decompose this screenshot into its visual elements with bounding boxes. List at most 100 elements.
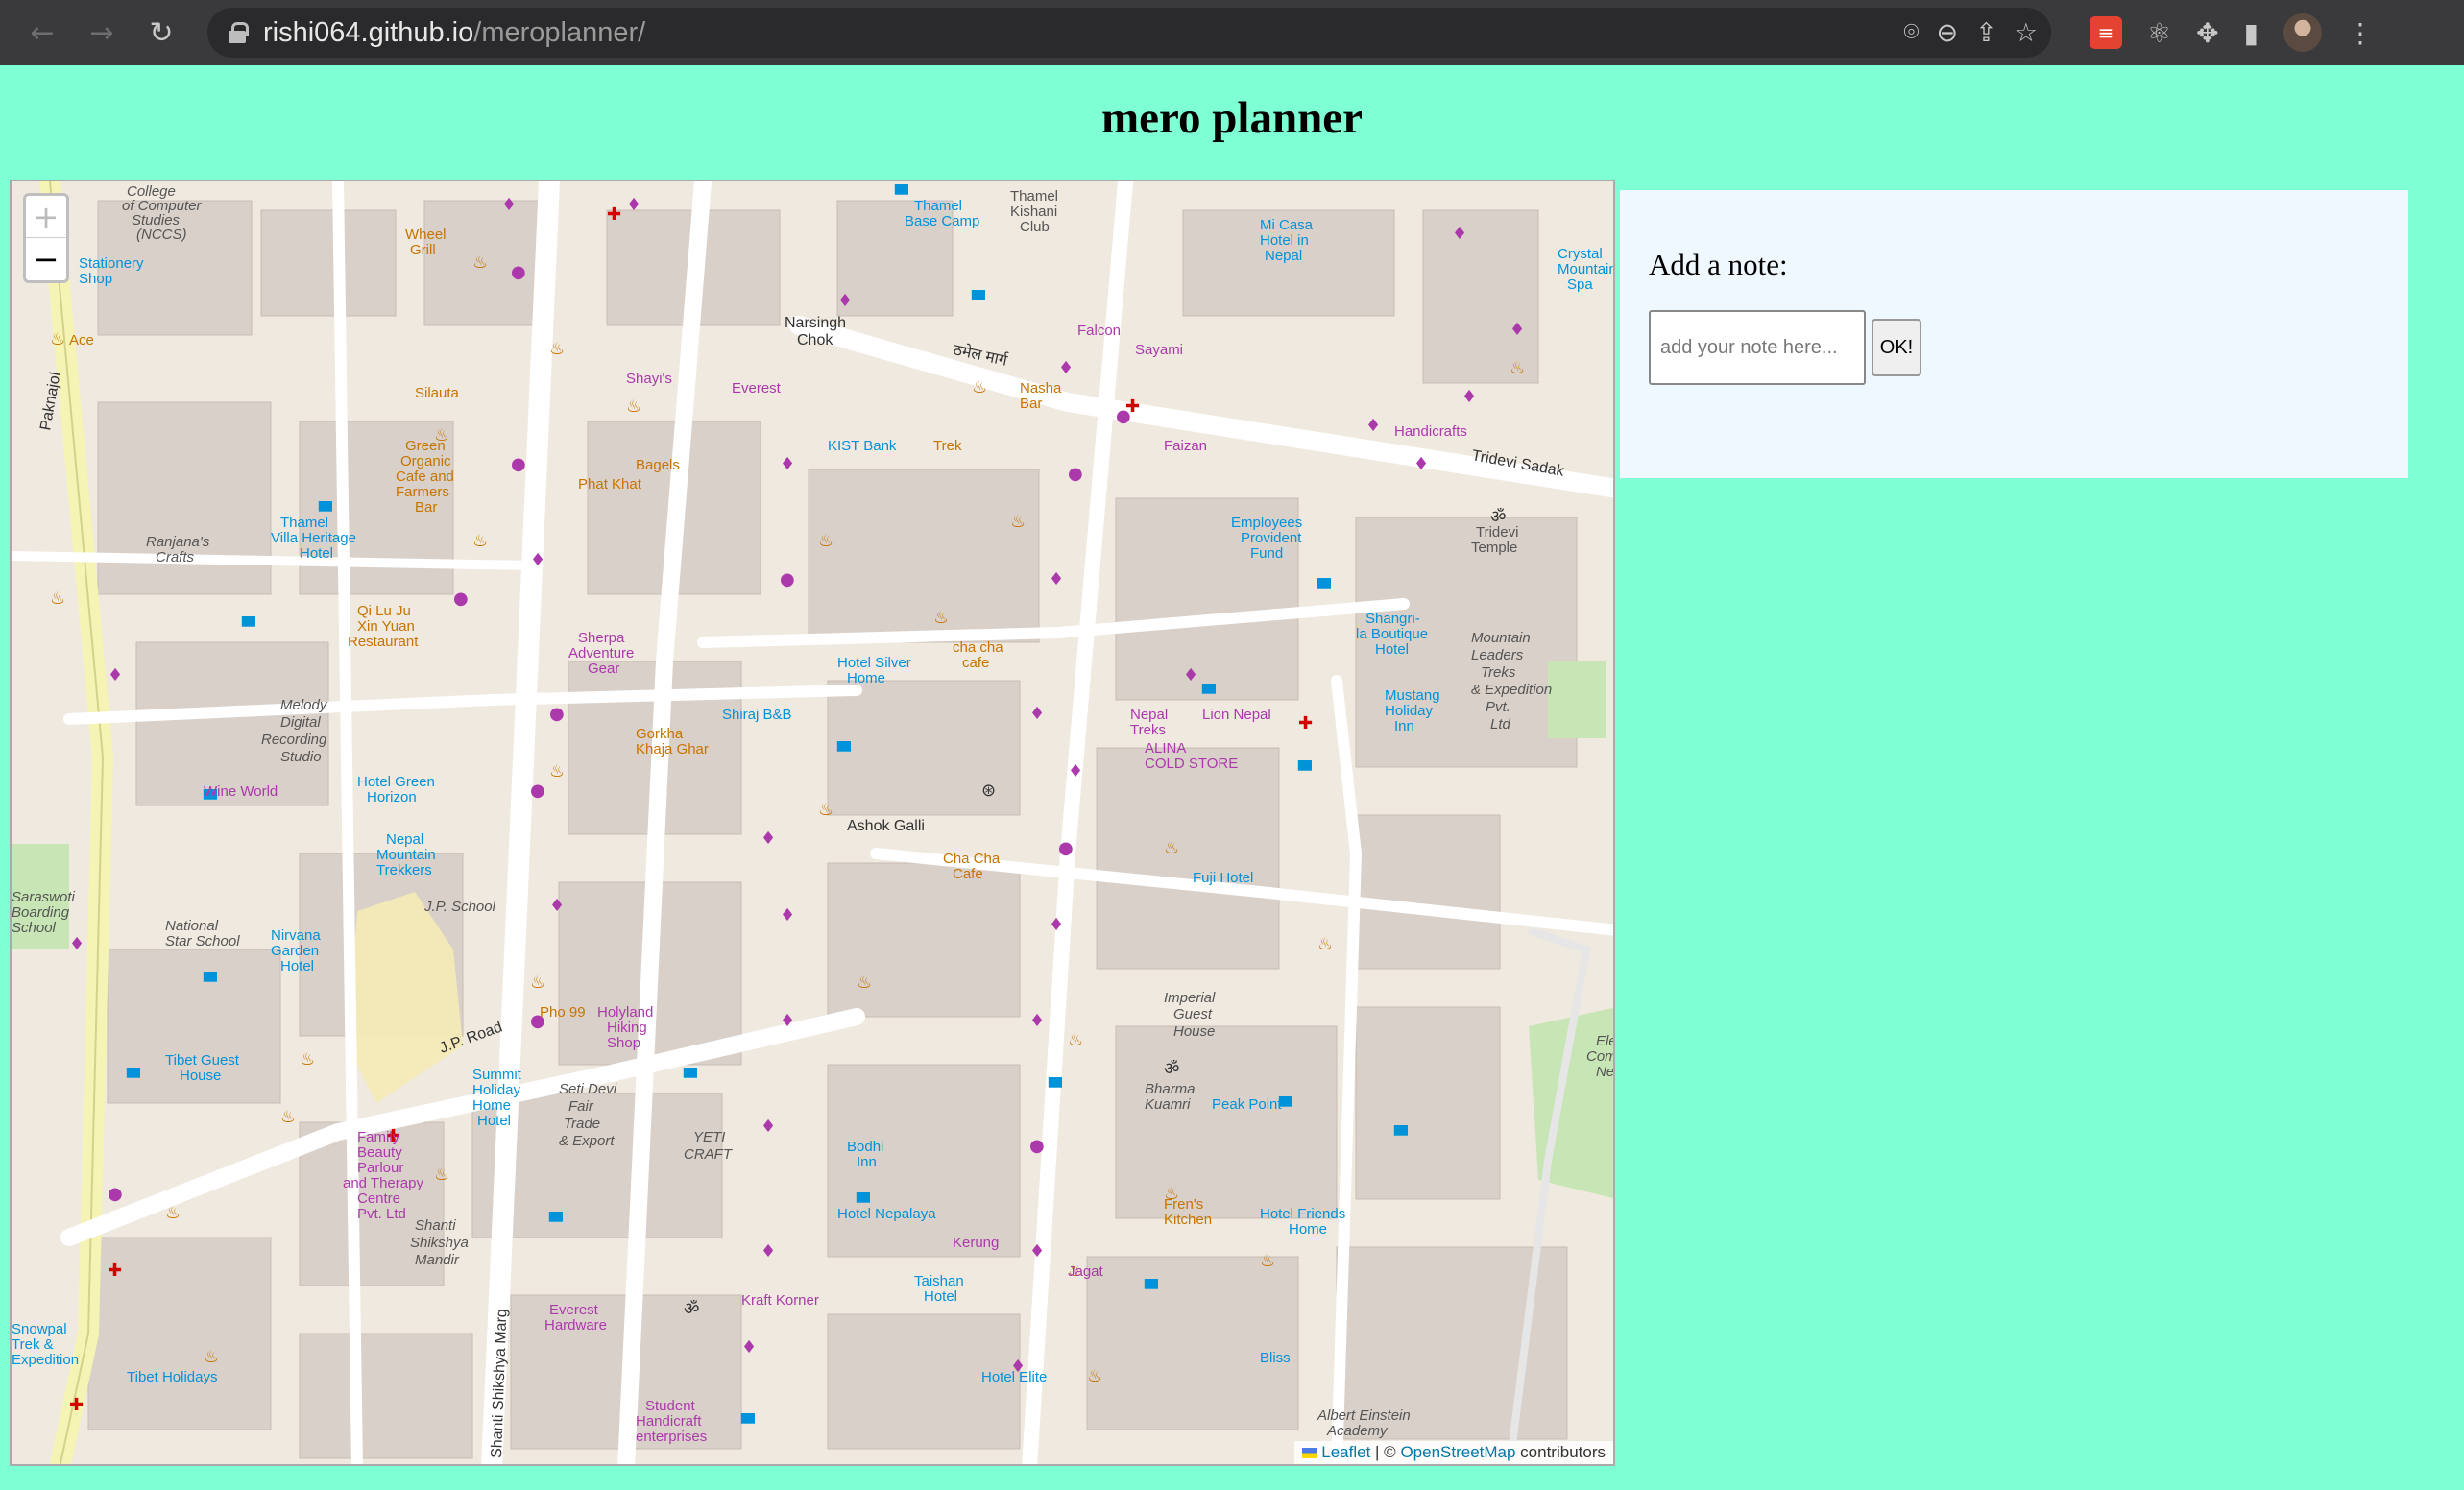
svg-text:Pho 99: Pho 99 [540,1004,586,1021]
svg-text:Inn: Inn [1394,718,1414,734]
svg-text:♨: ♨ [300,1049,315,1069]
back-arrow-icon[interactable]: ← [19,10,65,56]
svg-text:la Boutique: la Boutique [1356,626,1428,642]
svg-text:●: ● [108,1184,123,1204]
svg-text:Summit: Summit [472,1067,522,1083]
svg-text:▀: ▀ [683,1068,698,1089]
svg-text:▀: ▀ [548,1212,564,1233]
reload-icon[interactable]: ↻ [138,10,184,56]
svg-text:enterprises: enterprises [636,1429,707,1445]
svg-text:Phat Khat: Phat Khat [578,476,642,493]
lock-icon[interactable] [229,22,249,43]
svg-text:Pvt.: Pvt. [1486,699,1510,715]
share-icon[interactable]: ⇪ [1975,18,1997,48]
svg-text:YETI: YETI [693,1129,725,1145]
svg-text:Mi Casa: Mi Casa [1260,217,1314,233]
svg-text:Cafe and: Cafe and [396,469,454,485]
svg-text:Nepal: Nepal [1130,707,1168,723]
svg-text:Nepal: Nepal [1265,248,1302,264]
svg-text:Crystal: Crystal [1558,246,1603,262]
svg-text:✚: ✚ [1125,397,1140,417]
svg-text:Green: Green [405,438,446,454]
svg-text:Sherpa: Sherpa [578,630,625,646]
svg-text:♨: ♨ [472,531,488,551]
svg-text:Mountain: Mountain [1471,630,1531,646]
bookmark-star-icon[interactable]: ☆ [2015,18,2038,48]
svg-text:Spa: Spa [1567,276,1593,293]
svg-text:Tibet Holidays: Tibet Holidays [127,1369,217,1385]
svg-text:Holiday: Holiday [472,1082,521,1098]
svg-text:Parlour: Parlour [357,1160,403,1176]
svg-text:Tridevi: Tridevi [1476,524,1518,541]
svg-text:♦: ♦ [780,454,795,474]
svg-text:Chok: Chok [797,332,833,348]
svg-text:Home: Home [472,1097,511,1114]
svg-text:▀: ▀ [241,616,256,637]
svg-text:Faizan: Faizan [1164,438,1207,454]
zoom-out-button[interactable]: − [26,238,66,280]
svg-text:Treks: Treks [1130,722,1166,738]
svg-text:Trek &: Trek & [12,1336,54,1353]
url-text[interactable]: rishi064.github.io/meroplanner/ [263,17,645,49]
svg-text:♨: ♨ [472,252,488,273]
leaflet-map[interactable]: ♦ ♦ ● ♦ ♦ ● ♦ ♦ ● ♦ ● ♦ ● ♦ ♦ ● ♦ ♦ ● ♦ ● ♦ ♦ ♦ ● ♦ ♦ ♦ ● ♦ ♦ ♦ … [10,180,1615,1466]
svg-text:♨: ♨ [204,1347,219,1367]
side-panel-icon[interactable]: ▮ [2244,17,2259,49]
svg-text:♨: ♨ [818,800,833,820]
svg-text:National: National [165,918,219,934]
zoom-icon[interactable]: ⊖ [1937,18,1959,48]
svg-text:▀: ▀ [836,741,852,762]
ok-button[interactable]: OK! [1872,319,1921,376]
svg-text:♦: ♦ [1461,387,1477,407]
more-menu-icon[interactable]: ⋮ [2347,17,2374,49]
extensions-puzzle-icon[interactable]: ✥ [2196,17,2218,49]
todoist-extension-icon[interactable]: ≡ [2090,16,2122,49]
map-tiles[interactable]: ♦ ♦●♦ ♦● ♦♦ ● ♦ ●♦ ● ♦♦● ♦♦●♦ ●♦ ♦ ♦ ● ♦ ♦♦ ●♦ ♦♦ … [12,181,1615,1466]
svg-text:Wine World: Wine World [204,783,278,800]
svg-text:♦: ♦ [741,1337,757,1358]
note-input[interactable] [1649,310,1866,385]
svg-text:♦: ♦ [1413,454,1429,474]
svg-text:Commissi: Commissi [1586,1048,1615,1065]
svg-text:Kishani: Kishani [1010,204,1057,220]
svg-text:Trade: Trade [564,1116,600,1132]
svg-text:Hardware: Hardware [544,1317,607,1334]
address-bar[interactable]: rishi064.github.io/meroplanner/ ⌾ ⊖ ⇪ ☆ [207,8,2051,58]
svg-text:♨: ♨ [549,761,565,781]
svg-text:Election: Election [1596,1033,1615,1049]
location-pin-icon[interactable]: ⌾ [1903,17,1919,48]
svg-text:♦: ♦ [1510,320,1525,340]
svg-text:ॐ: ॐ [1164,1059,1179,1079]
svg-text:Ashok Galli: Ashok Galli [847,818,925,834]
forward-arrow-icon[interactable]: → [79,10,125,56]
zoom-in-button[interactable]: + [26,196,66,238]
svg-text:♦: ♦ [69,934,85,954]
svg-text:Cafe: Cafe [953,866,983,882]
svg-text:Base Camp: Base Camp [905,213,979,229]
svg-text:Mandir: Mandir [415,1252,460,1268]
svg-text:♨: ♨ [1510,358,1525,378]
svg-text:♨: ♨ [972,377,987,397]
profile-avatar[interactable] [2283,13,2322,52]
svg-text:♨: ♨ [434,1165,449,1185]
svg-text:Hotel Nepalaya: Hotel Nepalaya [837,1206,936,1222]
svg-text:ALINA: ALINA [1145,740,1186,757]
svg-text:(NCCS): (NCCS) [136,227,187,243]
svg-text:Ranjana's: Ranjana's [146,534,210,550]
leaflet-link[interactable]: Leaflet [1321,1443,1370,1461]
zoom-control: + − [23,193,69,283]
svg-text:♦: ♦ [761,1241,776,1262]
svg-text:▀: ▀ [203,972,218,993]
react-devtools-extension-icon[interactable]: ⚛ [2147,17,2171,49]
svg-text:♨: ♨ [1087,1366,1102,1386]
svg-text:Gorkha: Gorkha [636,726,684,742]
openstreetmap-link[interactable]: OpenStreetMap [1400,1443,1515,1461]
page-title: mero planner [1101,93,1363,143]
svg-text:Hotel Silver: Hotel Silver [837,655,911,671]
svg-text:▀: ▀ [1297,760,1313,781]
svg-text:cha cha: cha cha [953,639,1003,656]
svg-text:Pvt. Ltd: Pvt. Ltd [357,1206,406,1222]
svg-text:Beauty: Beauty [357,1144,402,1161]
svg-text:ॐ: ॐ [684,1299,699,1319]
svg-text:Handicrafts: Handicrafts [1394,423,1467,440]
